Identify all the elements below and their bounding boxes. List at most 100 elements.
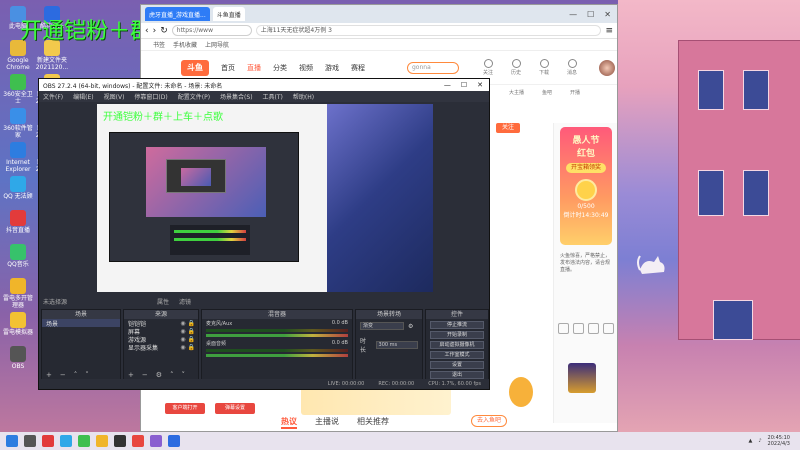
taskbar-app-icon[interactable]	[114, 435, 126, 447]
nav-schedule[interactable]: 赛程	[351, 63, 365, 73]
site-logo[interactable]: 斗鱼	[181, 59, 209, 76]
obs-menu-item[interactable]: 配置文件(P)	[178, 92, 210, 101]
transitions-dock: 场景转场 渐变 ⚙ 时长 300 ms	[355, 309, 423, 381]
quick-icon[interactable]: 开播	[570, 89, 580, 96]
nav-video[interactable]: 视频	[299, 63, 313, 73]
network-icon[interactable]: ▲	[748, 438, 752, 444]
tab-recommend[interactable]: 相关推荐	[357, 416, 389, 429]
filters-button[interactable]: 滤镜	[179, 297, 191, 307]
desktop-icon[interactable]: 雷电模拟器	[1, 312, 35, 336]
tool-icon[interactable]	[603, 323, 614, 334]
desktop-icon[interactable]: 雷电多开管理器	[1, 278, 35, 309]
maximize-icon[interactable]: ☐	[461, 81, 467, 89]
clock[interactable]: 20:45:10 2022/4/3	[768, 435, 790, 447]
open-client-button[interactable]: 客户端打开	[165, 403, 205, 414]
download-icon[interactable]: 下载	[537, 59, 551, 76]
url-input[interactable]: https://www	[171, 25, 252, 36]
obs-menu-item[interactable]: 停靠窗口(D)	[134, 92, 167, 101]
volume-slider[interactable]	[206, 354, 348, 357]
forward-icon[interactable]: ›	[153, 26, 157, 36]
close-icon[interactable]: ✕	[477, 81, 483, 89]
taskbar-app-icon[interactable]	[60, 435, 72, 447]
promo-icon[interactable]	[509, 377, 533, 407]
browser-search-input[interactable]: 上海11天无症状超4万例 3	[255, 25, 602, 36]
close-icon[interactable]: ✕	[604, 10, 611, 19]
refresh-icon[interactable]: ↻	[160, 26, 168, 36]
transition-select[interactable]: 渐变	[360, 322, 404, 330]
start-recording-button[interactable]: 开始录制	[430, 331, 484, 339]
taskbar-app-icon[interactable]	[168, 435, 180, 447]
browser-tab[interactable]: 斗鱼直播	[212, 7, 245, 21]
scene-item[interactable]: 场景	[42, 319, 120, 328]
source-item[interactable]: 显示器采集 ◉ 🔒	[124, 343, 198, 352]
browser-tab-active[interactable]: 虎牙直播_游戏直播...	[145, 7, 210, 21]
nav-game[interactable]: 游戏	[325, 63, 339, 73]
site-search-input[interactable]: gonna	[407, 61, 459, 74]
preview-overlay-text: 开通铠粉＋群＋上车＋点歌	[103, 112, 223, 123]
avatar[interactable]	[599, 59, 615, 76]
taskbar-app-icon[interactable]	[78, 435, 90, 447]
obs-menu-item[interactable]: 编辑(E)	[73, 92, 93, 101]
start-icon[interactable]	[6, 435, 18, 447]
gift-button[interactable]: 开宝箱领奖	[566, 163, 606, 173]
nav-category[interactable]: 分类	[273, 63, 287, 73]
obs-preview[interactable]: 开通铠粉＋群＋上车＋点歌	[97, 104, 433, 292]
volume-slider[interactable]	[206, 334, 348, 337]
studio-mode-button[interactable]: 工作室模式	[430, 351, 484, 359]
duration-input[interactable]: 300 ms	[375, 341, 418, 349]
bookmark-item[interactable]: 手机收藏	[173, 40, 197, 49]
gift-card[interactable]: 愚人节 红包 开宝箱领奖 0/500 倒计时14:30:49	[560, 127, 612, 245]
history-icon[interactable]: 历史	[509, 59, 523, 76]
taskbar-app-icon[interactable]	[132, 435, 144, 447]
obs-menu-item[interactable]: 工具(T)	[263, 92, 283, 101]
message-icon[interactable]: 消息	[565, 59, 579, 76]
desktop-icon[interactable]: Internet Explorer	[1, 142, 35, 173]
gear-icon[interactable]: ⚙	[408, 323, 413, 330]
taskbar-app-icon[interactable]	[150, 435, 162, 447]
settings-button[interactable]: 设置	[430, 361, 484, 369]
follow-button[interactable]: 关注	[496, 123, 520, 133]
obs-menu-item[interactable]: 视图(V)	[104, 92, 125, 101]
badge-image[interactable]	[568, 363, 596, 393]
tool-icon[interactable]	[558, 323, 569, 334]
obs-menu-item[interactable]: 帮助(H)	[293, 92, 314, 101]
quick-icon[interactable]: 鱼吧	[542, 89, 552, 96]
desktop-icon[interactable]: 360软件管家	[1, 108, 35, 139]
quick-icons: 大主播 鱼吧 开播	[509, 89, 580, 96]
transitions-dock-title: 场景转场	[356, 310, 422, 319]
nav-live[interactable]: 直播	[247, 63, 261, 73]
taskbar-app-icon[interactable]	[42, 435, 54, 447]
follow-icon[interactable]: 关注	[481, 59, 495, 76]
tool-icon[interactable]	[573, 323, 584, 334]
desktop-icon[interactable]: OBS	[1, 346, 35, 370]
exit-button[interactable]: 退出	[430, 371, 484, 379]
menu-icon[interactable]: ≡	[605, 26, 613, 36]
bookmark-item[interactable]: 书签	[153, 40, 165, 49]
maximize-icon[interactable]: ☐	[587, 10, 594, 19]
nav-home[interactable]: 首页	[221, 63, 235, 73]
tab-discussion[interactable]: 热议	[281, 416, 297, 429]
desktop-icon[interactable]: QQ 无法顾	[1, 176, 35, 200]
minimize-icon[interactable]: —	[444, 81, 451, 89]
quick-icon[interactable]: 大主播	[509, 89, 524, 96]
obs-menu-item[interactable]: 文件(F)	[43, 92, 63, 101]
desktop-icon[interactable]: 360安全卫士	[1, 74, 35, 105]
tab-streamer-says[interactable]: 主播说	[315, 416, 339, 429]
stop-streaming-button[interactable]: 停止推流	[430, 321, 484, 329]
source-status-bar: 未选择源 属性 滤镜	[39, 297, 489, 307]
back-icon[interactable]: ‹	[145, 26, 149, 36]
virtual-camera-button[interactable]: 启动虚拟摄像机	[430, 341, 484, 349]
desktop-icon[interactable]: 抖音直播	[1, 210, 35, 234]
taskbar-app-icon[interactable]	[96, 435, 108, 447]
danmu-settings-button[interactable]: 弹幕设置	[215, 403, 255, 414]
minimize-icon[interactable]: —	[569, 10, 577, 19]
tool-icon[interactable]	[588, 323, 599, 334]
obs-menu-item[interactable]: 场景集合(S)	[220, 92, 253, 101]
desktop-icon[interactable]: QQ音乐	[1, 244, 35, 268]
taskbar-app-icon[interactable]	[24, 435, 36, 447]
join-forum-button[interactable]: 去入鱼吧	[471, 415, 507, 427]
live-time: LIVE: 00:00:00	[327, 381, 365, 387]
volume-icon[interactable]: ♪	[758, 438, 761, 444]
bookmark-item[interactable]: 上网导航	[205, 40, 229, 49]
properties-button[interactable]: 属性	[157, 297, 169, 307]
